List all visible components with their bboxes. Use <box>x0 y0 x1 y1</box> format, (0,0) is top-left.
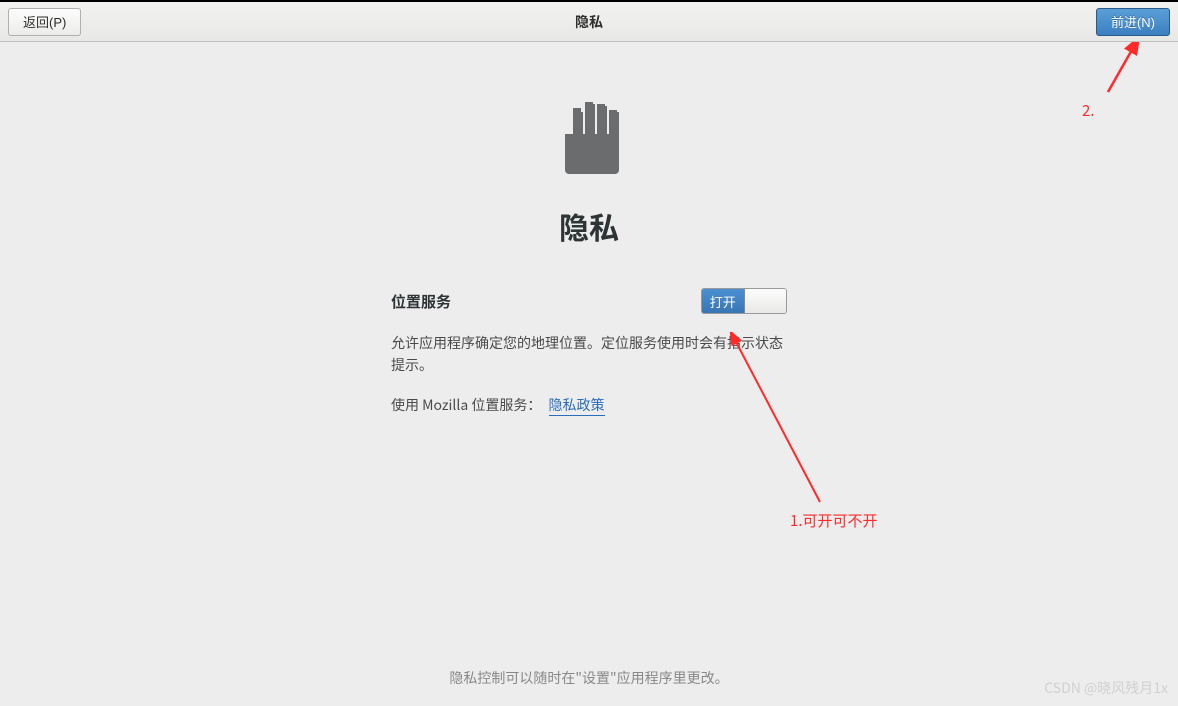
toggle-handle <box>745 289 787 313</box>
header-bar: 返回(P) 隐私 前进(N) <box>0 2 1178 42</box>
annotation-text-1: 1.可开可不开 <box>790 510 878 531</box>
location-label: 位置服务 <box>391 291 451 312</box>
toggle-on-label: 打开 <box>702 289 745 313</box>
next-button[interactable]: 前进(N) <box>1096 8 1170 36</box>
header-title: 隐私 <box>575 12 603 32</box>
location-toggle[interactable]: 打开 <box>701 288 787 314</box>
page-heading: 隐私 <box>559 204 619 248</box>
watermark: CSDN @晓风残月1x <box>1044 678 1168 698</box>
footer-hint: 隐私控制可以随时在"设置"应用程序里更改。 <box>449 668 728 688</box>
privacy-hand-icon <box>543 90 635 182</box>
annotation-arrow-2 <box>1098 42 1158 102</box>
back-button[interactable]: 返回(P) <box>8 8 81 36</box>
location-setting-block: 位置服务 打开 允许应用程序确定您的地理位置。定位服务使用时会有指示状态提示。 … <box>391 288 787 415</box>
annotation-text-2: 2. <box>1082 100 1095 121</box>
location-setting-row: 位置服务 打开 <box>391 288 787 314</box>
privacy-policy-link[interactable]: 隐私政策 <box>549 395 605 416</box>
policy-line: 使用 Mozilla 位置服务： 隐私政策 <box>391 395 787 415</box>
content-area: 隐私 位置服务 打开 允许应用程序确定您的地理位置。定位服务使用时会有指示状态提… <box>0 42 1178 706</box>
policy-prefix: 使用 Mozilla 位置服务： <box>391 395 541 415</box>
location-description: 允许应用程序确定您的地理位置。定位服务使用时会有指示状态提示。 <box>391 332 787 377</box>
